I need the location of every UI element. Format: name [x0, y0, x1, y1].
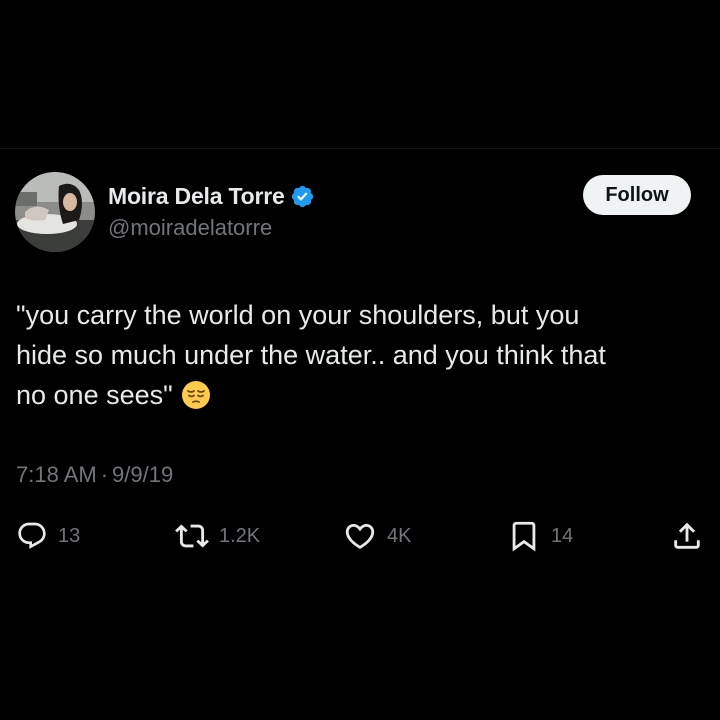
tweet-action-bar: 13 1.2K 4K 14 [0, 518, 720, 554]
repost-arrows-icon [175, 519, 209, 553]
reply-bubble-icon [16, 520, 48, 552]
tweet-text-line: hide so much under the water.. and you t… [16, 340, 606, 370]
top-divider [0, 148, 720, 149]
like-count: 4K [387, 524, 412, 547]
bookmark-count: 14 [551, 524, 574, 547]
repost-count: 1.2K [219, 524, 261, 547]
tweet-text: "you carry the world on your shoulders, … [16, 295, 706, 415]
bookmark-icon [507, 519, 541, 553]
repost-button[interactable]: 1.2K [175, 518, 260, 554]
heart-icon [343, 519, 377, 553]
timestamp-separator: · [100, 462, 109, 487]
reply-count: 13 [58, 524, 81, 547]
tweet-text-line-content: no one sees" [16, 380, 173, 410]
tweet-timestamp[interactable]: 7:18 AM · 9/9/19 [16, 462, 173, 488]
share-upload-icon [670, 519, 704, 553]
bookmark-button[interactable]: 14 [507, 518, 573, 554]
author-display-name[interactable]: Moira Dela Torre [108, 183, 285, 210]
verified-badge-icon [290, 184, 315, 209]
pensive-face-emoji-icon [181, 380, 211, 410]
tweet-text-line: "you carry the world on your shoulders, … [16, 300, 580, 330]
tweet-text-line-last: no one sees" [16, 375, 706, 415]
follow-button[interactable]: Follow [583, 175, 691, 215]
like-button[interactable]: 4K [343, 518, 411, 554]
author-handle[interactable]: @moiradelatorre [108, 215, 272, 241]
share-button[interactable] [670, 518, 704, 554]
tweet-date: 9/9/19 [112, 462, 174, 487]
tweet-time: 7:18 AM [16, 462, 97, 487]
reply-button[interactable]: 13 [16, 518, 80, 554]
author-name-row: Moira Dela Torre [108, 180, 315, 212]
avatar[interactable] [15, 172, 95, 252]
